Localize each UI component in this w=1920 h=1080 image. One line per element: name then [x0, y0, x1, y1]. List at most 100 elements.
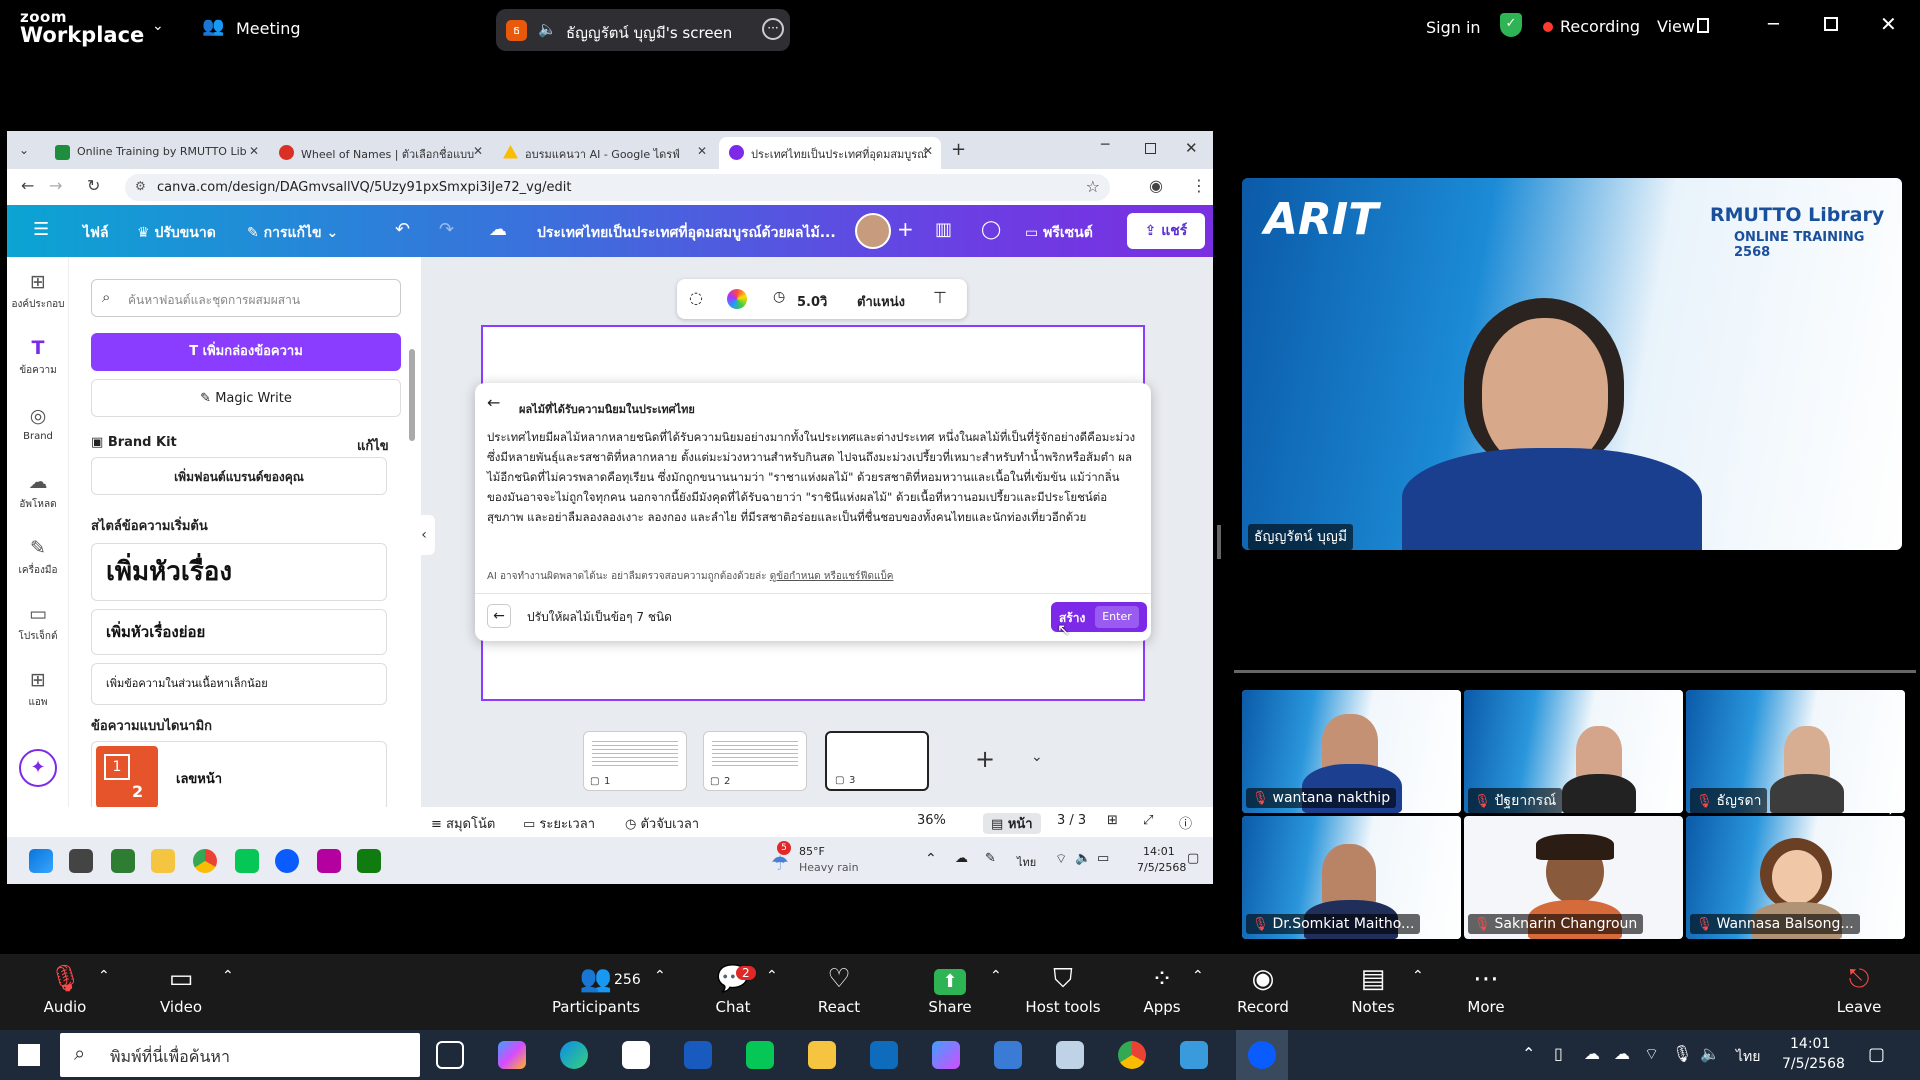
wifi-icon[interactable]: ⌔: [1055, 851, 1067, 867]
collapse-panel-icon[interactable]: ‹: [413, 515, 435, 555]
browser-menu-icon[interactable]: ⋮: [1191, 176, 1207, 195]
analytics-icon[interactable]: ▥: [935, 219, 952, 240]
video-options-chevron-icon[interactable]: ⌃: [222, 968, 234, 984]
screen-share-indicator[interactable]: ธ 🔈 ธัญญรัตน์ บุญมี's screen ···: [496, 9, 790, 51]
menu-edit[interactable]: ✎ การแก้ไข ⌄: [247, 222, 338, 244]
line-icon[interactable]: [235, 849, 259, 873]
chrome-icon[interactable]: [193, 849, 217, 873]
body-style[interactable]: เพิ่มข้อความในส่วนเนื้อหาเล็กน้อย: [91, 663, 387, 705]
rail-tools[interactable]: ✎ เครื่องมือ: [7, 537, 69, 578]
sign-in-link[interactable]: Sign in: [1426, 18, 1481, 37]
font-search-input[interactable]: ⌕ ค้นหาฟอนต์และชุดการผสมผสาน: [91, 279, 401, 317]
screenshot-icon[interactable]: [317, 849, 341, 873]
grid-view-icon[interactable]: ⊞: [1107, 813, 1118, 828]
add-brand-font-button[interactable]: เพิ่มฟอนต์แบรนด์ของคุณ: [91, 457, 387, 495]
notification-icon[interactable]: ▢: [1187, 851, 1199, 866]
tab-close-icon[interactable]: ✕: [923, 144, 933, 158]
redo-icon[interactable]: ↷: [439, 219, 454, 240]
browser-tab-1[interactable]: Online Training by RMUTTO Lib ✕: [45, 137, 267, 169]
subheading-style[interactable]: เพิ่มหัวเรื่องย่อย: [91, 609, 387, 655]
undo-icon[interactable]: ↶: [395, 219, 410, 240]
notes-button[interactable]: ≡ สมุดโน้ต: [431, 813, 495, 834]
tray-pen-icon[interactable]: ✎: [985, 851, 996, 866]
profile-icon[interactable]: ◉: [1149, 176, 1163, 195]
back-arrow-icon[interactable]: ←: [21, 176, 34, 195]
rail-elements[interactable]: ⊞ องค์ประกอบ: [7, 271, 69, 312]
more-button[interactable]: ⋯ More: [1464, 964, 1508, 1016]
menu-file[interactable]: ไฟล์: [83, 222, 109, 244]
meeting-label[interactable]: Meeting: [236, 19, 301, 38]
design-title[interactable]: ประเทศไทยเป็นประเทศที่อุดมสมบูรณ์ด้วยผลไ…: [537, 222, 837, 244]
zoom-app-icon[interactable]: [1248, 1041, 1276, 1069]
page-view-button[interactable]: ▤ หน้า: [983, 813, 1041, 834]
participant-tile-2[interactable]: 🎙 ปัฐยากรณ์: [1464, 690, 1683, 813]
new-tab-icon[interactable]: +: [951, 139, 966, 160]
page-thumbnail-2[interactable]: ▢ 2: [703, 731, 807, 791]
prompt-back-icon[interactable]: ←: [487, 604, 511, 628]
react-button[interactable]: ♡ React: [814, 964, 864, 1016]
reload-icon[interactable]: ↻: [87, 176, 100, 195]
timeline-button[interactable]: ▭ ระยะเวลา: [523, 813, 595, 834]
panel-scrollbar[interactable]: [409, 349, 415, 441]
m365-icon[interactable]: [932, 1041, 960, 1069]
present-button[interactable]: ▭ พรีเซนต์: [1025, 222, 1093, 244]
notes-options-chevron-icon[interactable]: ⌃: [1412, 968, 1424, 984]
minimize-icon[interactable]: ─: [1768, 14, 1779, 35]
page-thumbnail-3[interactable]: ▢ 3: [825, 731, 929, 791]
more-options-icon[interactable]: ···: [762, 18, 784, 40]
restore-icon[interactable]: [1824, 17, 1838, 31]
tab-search-icon[interactable]: ⌄: [19, 143, 29, 157]
onedrive-icon[interactable]: ☁: [1584, 1044, 1600, 1063]
cloud-saved-icon[interactable]: ☁: [489, 219, 507, 240]
tab-close-icon[interactable]: ✕: [697, 144, 707, 158]
terms-link[interactable]: ดูข้อกำหนด หรือแชร์ฟีดแบ็ค: [770, 571, 894, 582]
record-button[interactable]: ◉ Record: [1236, 964, 1290, 1016]
rail-uploads[interactable]: ☁ อัพโหลด: [7, 471, 69, 512]
close-icon[interactable]: ✕: [1880, 12, 1897, 36]
hamburger-menu-icon[interactable]: ☰: [33, 219, 49, 240]
page-number-item[interactable]: 1 2 เลขหน้า: [91, 741, 387, 811]
paint-icon[interactable]: [1180, 1041, 1208, 1069]
participant-tile-3[interactable]: 🎙 ธัญรดา: [1686, 690, 1905, 813]
timer-icon[interactable]: ◷: [773, 289, 785, 305]
chrome-icon[interactable]: [1118, 1041, 1146, 1069]
clock-date[interactable]: 7/5/2568: [1782, 1056, 1845, 1072]
taskbar-search-input[interactable]: ⌕ พิมพ์ที่นี่เพื่อค้นหา: [60, 1033, 420, 1077]
store-icon[interactable]: [622, 1041, 650, 1069]
gallery-divider[interactable]: [1234, 670, 1916, 673]
weather-cloud-icon[interactable]: ☁: [1614, 1044, 1630, 1063]
add-text-box-button[interactable]: T เพิ่มกล่องข้อความ: [91, 333, 401, 371]
xbox-icon[interactable]: [357, 849, 381, 873]
fullscreen-icon[interactable]: ⤢: [1143, 813, 1153, 828]
chat-options-chevron-icon[interactable]: ⌃: [766, 968, 778, 984]
participant-tile-4[interactable]: 🎙 Dr.Somkiat Maitho...: [1242, 816, 1461, 939]
menu-resize[interactable]: ♛ ปรับขนาด: [137, 222, 216, 244]
zoom-app-icon[interactable]: [275, 849, 299, 873]
participant-tile-6[interactable]: 🎙 Wannasa Balsong...: [1686, 816, 1905, 939]
brand-edit-link[interactable]: แก้ไข: [357, 435, 389, 456]
ai-prompt-input[interactable]: ปรับให้ผลไม้เป็นข้อๆ 7 ชนิด: [527, 608, 672, 627]
video-button[interactable]: ▭ Video: [156, 964, 206, 1016]
forward-arrow-icon[interactable]: →: [49, 176, 62, 195]
battery-icon[interactable]: ▭: [1097, 851, 1109, 866]
clock-time[interactable]: 14:01: [1790, 1036, 1830, 1052]
resize-handle[interactable]: [1217, 525, 1221, 559]
browser-restore-icon[interactable]: [1145, 143, 1156, 154]
windows-start-icon[interactable]: [29, 849, 53, 873]
speaker-video[interactable]: ARIT RMUTTO Library ONLINE TRAINING 2568…: [1242, 178, 1902, 550]
volume-icon[interactable]: 🔈: [1700, 1044, 1720, 1063]
tray-language[interactable]: ไทย: [1017, 853, 1036, 871]
task-view-icon[interactable]: [436, 1041, 464, 1069]
audio-button[interactable]: 🎙 Audio: [40, 964, 90, 1016]
add-page-icon[interactable]: +: [975, 745, 995, 773]
m365-icon[interactable]: [111, 849, 135, 873]
volume-icon[interactable]: 🔈: [1075, 851, 1091, 866]
rail-brand[interactable]: ◎ Brand: [7, 405, 69, 442]
line-icon[interactable]: [746, 1041, 774, 1069]
notes-button[interactable]: ▤ Notes: [1350, 964, 1396, 1016]
host-tools-button[interactable]: ⛉ Host tools: [1020, 964, 1106, 1016]
task-view-icon[interactable]: [69, 849, 93, 873]
comment-icon[interactable]: ◯: [981, 219, 1001, 240]
tab-close-icon[interactable]: ✕: [249, 144, 259, 158]
leave-button[interactable]: ⎋ Leave: [1834, 964, 1884, 1016]
